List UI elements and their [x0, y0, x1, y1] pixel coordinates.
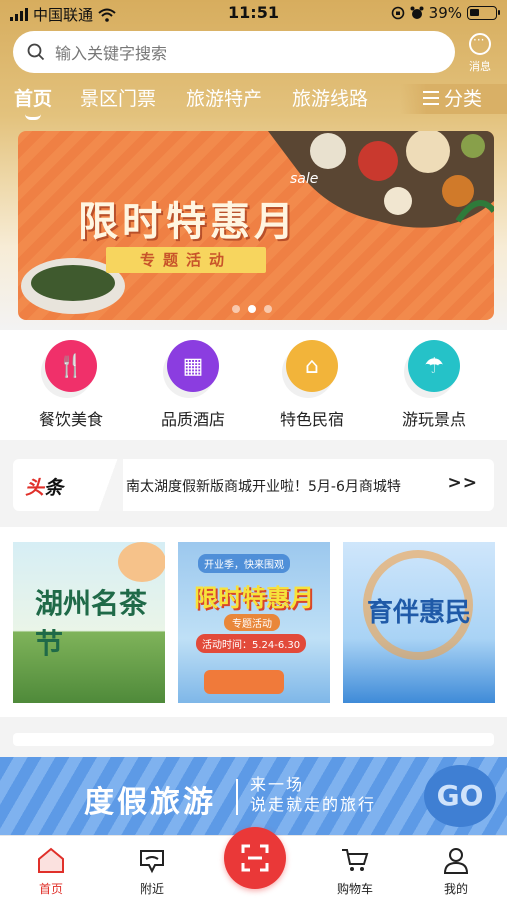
chat-bubble-icon: [469, 33, 491, 55]
battery-icon: [467, 6, 500, 20]
tab-specialties[interactable]: 旅游特产: [186, 84, 262, 111]
quick-link-label: 特色民宿: [279, 410, 344, 429]
promo-banner[interactable]: sale 限时特惠月 专题活动: [18, 131, 494, 320]
promo-time: 活动时间：5.24-6.30: [196, 634, 307, 653]
promo-top-text: 开业季，快来围观: [198, 554, 290, 573]
carousel-dot: [264, 305, 272, 313]
quick-links: 🍴 餐饮美食 ▦ 品质酒店 ⌂ 特色民宿 ☂ 游玩景点: [0, 330, 507, 440]
promo-card-tea[interactable]: 湖州名茶节: [13, 542, 165, 703]
umbrella-icon: ☂: [408, 340, 460, 392]
search-icon: [27, 43, 45, 61]
category-label: 分类: [444, 88, 483, 110]
quick-link-label: 游玩景点: [401, 410, 466, 429]
battery-percent: 39%: [428, 4, 462, 22]
travel-banner[interactable]: 度假旅游 来一场 说走就走的旅行 GO: [0, 757, 507, 835]
quick-link-label: 餐饮美食: [38, 410, 103, 429]
more-button[interactable]: >>: [448, 473, 479, 493]
placeholder-card: [13, 733, 494, 746]
scan-button[interactable]: [224, 827, 286, 889]
rotation-lock-icon: [391, 6, 404, 20]
nav-label: 购物车: [336, 882, 373, 896]
divider: [93, 459, 123, 511]
nav-nearby[interactable]: 附近: [112, 846, 192, 897]
promo-title: 湖州名茶节: [35, 587, 148, 660]
alarm-icon: [410, 6, 424, 19]
nav-label: 首页: [38, 882, 63, 896]
user-icon: [443, 848, 469, 874]
quick-link-hotel[interactable]: ▦ 品质酒店: [148, 340, 238, 430]
headline-logo: 头条: [25, 477, 64, 499]
promo-grid: 湖州名茶节 开业季，快来围观 限时特惠月 专题活动 活动时间：5.24-6.30…: [0, 527, 507, 717]
promo-card-sports[interactable]: 育伴惠民: [343, 542, 495, 703]
hotel-icon: ▦: [167, 340, 219, 392]
promo-title: 限时特惠月: [194, 583, 314, 612]
message-label: 消息: [469, 60, 491, 73]
go-badge: GO: [424, 765, 496, 827]
van-image: [204, 670, 284, 694]
travel-title: 度假旅游: [84, 785, 216, 820]
banner-title: 限时特惠月: [78, 198, 298, 245]
map-icon: [140, 850, 164, 874]
search-placeholder: 输入关键字搜索: [55, 44, 168, 63]
cart-icon: [342, 849, 369, 871]
nav-label: 我的: [443, 882, 468, 896]
news-text: 南太湖度假新版商城开业啦！5月-6月商城特: [126, 479, 401, 495]
scan-icon: [241, 844, 269, 872]
home-icon: [38, 847, 64, 873]
travel-slogan: 来一场 说走就走的旅行: [250, 775, 377, 814]
message-button[interactable]: 消息: [462, 33, 498, 74]
status-bar: 中国联通 11:51 39%: [0, 0, 507, 26]
tab-home[interactable]: 首页: [14, 84, 52, 111]
tab-routes[interactable]: 旅游线路: [292, 84, 368, 111]
news-ticker[interactable]: 头条 南太湖度假新版商城开业啦！5月-6月商城特 >>: [13, 459, 494, 511]
quick-link-homestay[interactable]: ⌂ 特色民宿: [267, 340, 357, 430]
carousel-dot-active: [248, 305, 256, 313]
sale-tag: sale: [290, 171, 319, 187]
nav-cart[interactable]: 购物车: [315, 846, 395, 897]
quick-link-dining[interactable]: 🍴 餐饮美食: [26, 340, 116, 430]
carousel-indicator: [232, 305, 272, 313]
nav-label: 附近: [139, 882, 164, 896]
menu-list-icon: [423, 90, 439, 105]
active-tab-indicator: [25, 114, 41, 120]
promo-subtitle: 专题活动: [224, 614, 280, 631]
nav-profile[interactable]: 我的: [416, 846, 496, 897]
tab-tickets[interactable]: 景区门票: [80, 84, 156, 111]
nav-home[interactable]: 首页: [11, 846, 91, 897]
promo-card-sale[interactable]: 开业季，快来围观 限时特惠月 专题活动 活动时间：5.24-6.30: [178, 542, 330, 703]
fork-knife-icon: 🍴: [45, 340, 97, 392]
divider: [236, 779, 238, 815]
search-input[interactable]: 输入关键字搜索: [13, 31, 455, 73]
quick-link-attractions[interactable]: ☂ 游玩景点: [389, 340, 479, 430]
banner-subtitle: 专题活动: [106, 247, 266, 273]
carousel-dot: [232, 305, 240, 313]
category-button[interactable]: 分类: [400, 84, 507, 114]
house-icon: ⌂: [286, 340, 338, 392]
quick-link-label: 品质酒店: [160, 410, 225, 429]
promo-title: 育伴惠民: [367, 598, 472, 628]
